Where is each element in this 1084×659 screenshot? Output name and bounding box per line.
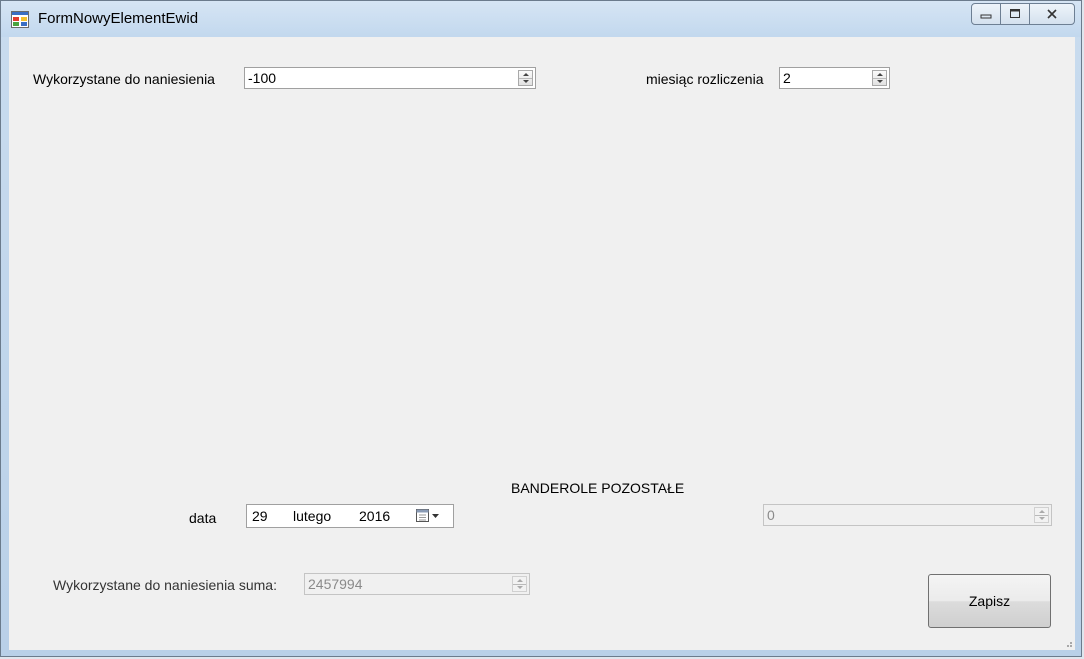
calendar-dropdown-icon[interactable]	[415, 508, 451, 524]
spinner-down-icon	[1035, 515, 1048, 522]
maximize-icon	[1010, 9, 1020, 18]
suma-label: Wykorzystane do naniesienia suma:	[53, 577, 277, 593]
close-icon	[1047, 9, 1057, 19]
wykorzystane-value: -100	[248, 70, 277, 86]
spinner-down-icon[interactable]	[873, 78, 886, 85]
date-picker[interactable]: 29 lutego 2016	[246, 504, 454, 528]
save-button[interactable]: Zapisz	[928, 574, 1051, 628]
suma-spinner	[512, 576, 527, 592]
spinner-down-icon	[513, 584, 526, 591]
suma-value: 2457994	[308, 576, 363, 592]
banderole-input: 0	[763, 504, 1052, 526]
minimize-icon	[980, 14, 992, 19]
app-window: FormNowyElementEwid Wykorzystane do nani…	[0, 0, 1082, 657]
wykorzystane-spinner[interactable]	[518, 70, 533, 86]
banderole-value: 0	[767, 507, 775, 523]
form-window-icon	[11, 11, 29, 28]
date-year[interactable]: 2016	[359, 508, 390, 524]
date-month[interactable]: lutego	[293, 508, 331, 524]
miesiac-spinner[interactable]	[872, 70, 887, 86]
data-label: data	[189, 510, 217, 526]
close-button[interactable]	[1029, 3, 1075, 25]
window-title: FormNowyElementEwid	[38, 10, 199, 27]
minimize-button[interactable]	[971, 3, 1001, 25]
banderole-label: BANDEROLE POZOSTAŁE	[511, 480, 685, 496]
title-bar[interactable]: FormNowyElementEwid	[1, 1, 1081, 37]
suma-input: 2457994	[304, 573, 530, 595]
spinner-down-icon[interactable]	[519, 78, 532, 85]
form-client-area: Wykorzystane do naniesienia -100 miesiąc…	[9, 37, 1075, 650]
wykorzystane-input[interactable]: -100	[244, 67, 536, 89]
date-day[interactable]: 29	[252, 508, 268, 524]
miesiac-value: 2	[783, 70, 791, 86]
maximize-button[interactable]	[1000, 3, 1030, 25]
wykorzystane-label: Wykorzystane do naniesienia	[33, 71, 215, 87]
miesiac-input[interactable]: 2	[779, 67, 890, 89]
resize-grip-icon[interactable]	[1063, 638, 1073, 648]
caption-buttons	[971, 3, 1075, 25]
banderole-spinner	[1034, 507, 1049, 523]
miesiac-label: miesiąc rozliczenia	[646, 71, 764, 87]
